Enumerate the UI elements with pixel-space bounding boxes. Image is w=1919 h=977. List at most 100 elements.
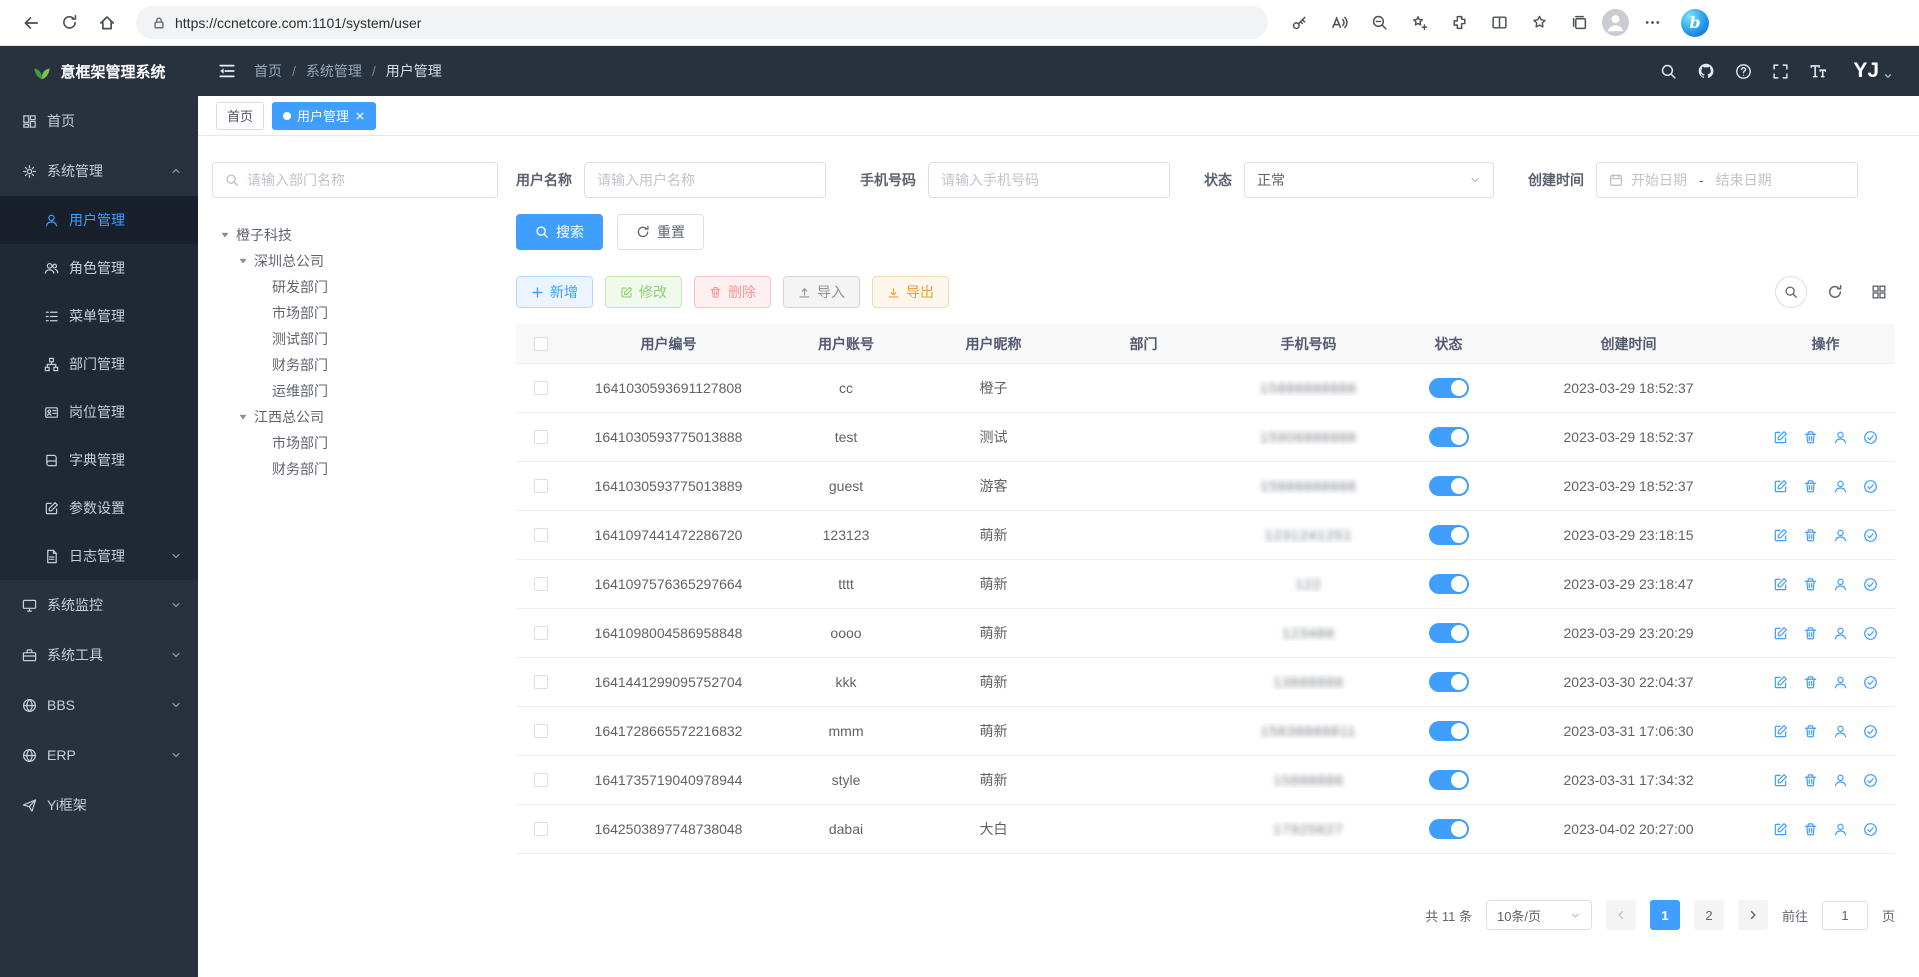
sidebar-item-dept-mgmt[interactable]: 部门管理	[0, 340, 198, 388]
assign-role-icon[interactable]	[1863, 626, 1878, 641]
sidebar-item-monitor[interactable]: 系统监控	[0, 580, 198, 630]
status-toggle[interactable]	[1429, 672, 1469, 692]
delete-icon[interactable]	[1803, 479, 1818, 494]
row-checkbox[interactable]	[534, 577, 548, 591]
assign-role-icon[interactable]	[1863, 430, 1878, 445]
goto-page-input[interactable]	[1822, 901, 1868, 930]
page-button-1[interactable]: 1	[1650, 900, 1680, 930]
sidebar-item-dict-mgmt[interactable]: 字典管理	[0, 436, 198, 484]
delete-icon[interactable]	[1803, 822, 1818, 837]
row-checkbox[interactable]	[534, 381, 548, 395]
breadcrumb-home[interactable]: 首页	[254, 61, 282, 81]
edit-icon[interactable]	[1773, 528, 1788, 543]
add-favorite-icon[interactable]	[1402, 6, 1436, 40]
reset-password-icon[interactable]	[1833, 626, 1848, 641]
dept-search-input[interactable]	[247, 172, 485, 188]
edit-icon[interactable]	[1773, 822, 1788, 837]
caret-down-icon[interactable]	[220, 230, 230, 240]
row-checkbox[interactable]	[534, 822, 548, 836]
assign-role-icon[interactable]	[1863, 773, 1878, 788]
sidebar-item-system[interactable]: 系统管理	[0, 146, 198, 196]
sidebar-item-param-settings[interactable]: 参数设置	[0, 484, 198, 532]
extensions-icon[interactable]	[1442, 6, 1476, 40]
search-icon[interactable]	[1660, 63, 1677, 80]
fullscreen-icon[interactable]	[1772, 63, 1789, 80]
tree-node[interactable]: 市场部门	[212, 300, 498, 326]
edit-icon[interactable]	[1773, 430, 1788, 445]
zoom-out-icon[interactable]	[1362, 6, 1396, 40]
tree-node[interactable]: 财务部门	[212, 352, 498, 378]
next-page-button[interactable]	[1738, 900, 1768, 930]
sidebar-item-yi-framework[interactable]: Yi框架	[0, 780, 198, 830]
address-bar[interactable]: https://ccnetcore.com:1101/system/user	[136, 6, 1268, 39]
more-options-icon[interactable]	[1635, 6, 1669, 40]
edit-icon[interactable]	[1773, 577, 1788, 592]
export-button[interactable]: 导出	[872, 276, 949, 308]
home-icon[interactable]	[90, 6, 124, 40]
sidebar-item-home[interactable]: 首页	[0, 96, 198, 146]
reset-password-icon[interactable]	[1833, 479, 1848, 494]
status-select[interactable]: 正常	[1244, 162, 1494, 198]
caret-down-icon[interactable]	[238, 412, 248, 422]
reset-password-icon[interactable]	[1833, 577, 1848, 592]
status-toggle[interactable]	[1429, 378, 1469, 398]
tab-user-mgmt[interactable]: 用户管理	[272, 102, 376, 130]
select-all-checkbox[interactable]	[534, 337, 548, 351]
sidebar-item-erp[interactable]: ERP	[0, 730, 198, 780]
sidebar-item-bbs[interactable]: BBS	[0, 680, 198, 730]
tree-node[interactable]: 深圳总公司	[212, 248, 498, 274]
reset-password-icon[interactable]	[1833, 430, 1848, 445]
row-checkbox[interactable]	[534, 430, 548, 444]
sidebar-item-role-mgmt[interactable]: 角色管理	[0, 244, 198, 292]
delete-icon[interactable]	[1803, 773, 1818, 788]
reload-icon[interactable]	[52, 6, 86, 40]
assign-role-icon[interactable]	[1863, 675, 1878, 690]
tree-node[interactable]: 运维部门	[212, 378, 498, 404]
row-checkbox[interactable]	[534, 724, 548, 738]
font-size-icon[interactable]	[1809, 62, 1827, 80]
tree-node[interactable]: 江西总公司	[212, 404, 498, 430]
status-toggle[interactable]	[1429, 476, 1469, 496]
edit-icon[interactable]	[1773, 675, 1788, 690]
status-toggle[interactable]	[1429, 819, 1469, 839]
assign-role-icon[interactable]	[1863, 577, 1878, 592]
menu-fold-icon[interactable]	[218, 62, 236, 80]
sidebar-item-user-mgmt[interactable]: 用户管理	[0, 196, 198, 244]
status-toggle[interactable]	[1429, 721, 1469, 741]
search-button[interactable]: 搜索	[516, 214, 603, 250]
reset-password-icon[interactable]	[1833, 724, 1848, 739]
delete-icon[interactable]	[1803, 430, 1818, 445]
help-icon[interactable]	[1735, 63, 1752, 80]
tree-node[interactable]: 橙子科技	[212, 222, 498, 248]
edit-icon[interactable]	[1773, 479, 1788, 494]
tree-node[interactable]: 研发部门	[212, 274, 498, 300]
caret-down-icon[interactable]	[238, 256, 248, 266]
phone-input[interactable]	[941, 172, 1157, 188]
profile-avatar[interactable]	[1602, 9, 1629, 36]
split-screen-icon[interactable]	[1482, 6, 1516, 40]
assign-role-icon[interactable]	[1863, 479, 1878, 494]
user-logo[interactable]: YJ	[1853, 59, 1893, 83]
tree-node[interactable]: 市场部门	[212, 430, 498, 456]
reset-button[interactable]: 重置	[617, 214, 704, 250]
prev-page-button[interactable]	[1606, 900, 1636, 930]
edit-icon[interactable]	[1773, 724, 1788, 739]
delete-icon[interactable]	[1803, 675, 1818, 690]
sidebar-item-log-mgmt[interactable]: 日志管理	[0, 532, 198, 580]
delete-button[interactable]: 删除	[694, 276, 771, 308]
assign-role-icon[interactable]	[1863, 724, 1878, 739]
sidebar-item-post-mgmt[interactable]: 岗位管理	[0, 388, 198, 436]
row-checkbox[interactable]	[534, 626, 548, 640]
column-settings-icon[interactable]	[1863, 276, 1895, 308]
modify-button[interactable]: 修改	[605, 276, 682, 308]
reset-password-icon[interactable]	[1833, 822, 1848, 837]
assign-role-icon[interactable]	[1863, 822, 1878, 837]
close-icon[interactable]	[355, 111, 365, 121]
edit-icon[interactable]	[1773, 626, 1788, 641]
delete-icon[interactable]	[1803, 577, 1818, 592]
github-icon[interactable]	[1697, 62, 1715, 80]
reset-password-icon[interactable]	[1833, 773, 1848, 788]
read-aloud-icon[interactable]	[1322, 6, 1356, 40]
sidebar-item-menu-mgmt[interactable]: 菜单管理	[0, 292, 198, 340]
show-search-icon[interactable]	[1775, 276, 1807, 308]
